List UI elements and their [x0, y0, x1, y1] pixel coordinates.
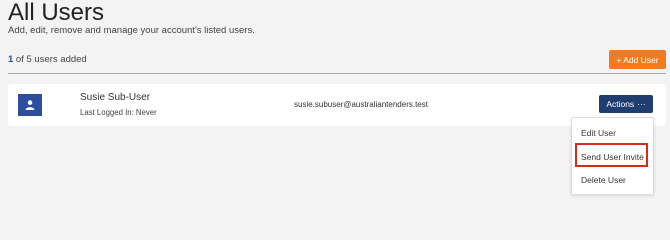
user-email: susie.subuser@australiantenders.test: [294, 100, 428, 109]
user-name: Susie Sub-User: [80, 92, 151, 103]
menu-item-delete-user[interactable]: Delete User: [581, 175, 626, 185]
add-user-button[interactable]: + Add User: [609, 50, 666, 69]
menu-item-send-user-invite[interactable]: Send User Invite: [581, 152, 644, 162]
page-subtitle: Add, edit, remove and manage your accoun…: [8, 25, 255, 36]
last-login: Last Logged In: Never: [80, 108, 157, 117]
user-icon: [25, 100, 35, 110]
user-count-suffix: of 5 users added: [13, 54, 87, 65]
actions-label: Actions: [606, 99, 635, 109]
actions-button[interactable]: Actions ···: [599, 95, 653, 113]
actions-dropdown: Edit User Send User Invite Delete User: [571, 117, 654, 195]
divider: [8, 73, 666, 74]
page-title: All Users: [8, 0, 105, 26]
menu-item-edit-user[interactable]: Edit User: [581, 128, 616, 138]
user-count-summary: 1 of 5 users added: [8, 54, 87, 65]
ellipsis-icon: ···: [637, 99, 646, 109]
avatar: [18, 94, 42, 116]
user-card: Susie Sub-User Last Logged In: Never sus…: [8, 84, 666, 126]
